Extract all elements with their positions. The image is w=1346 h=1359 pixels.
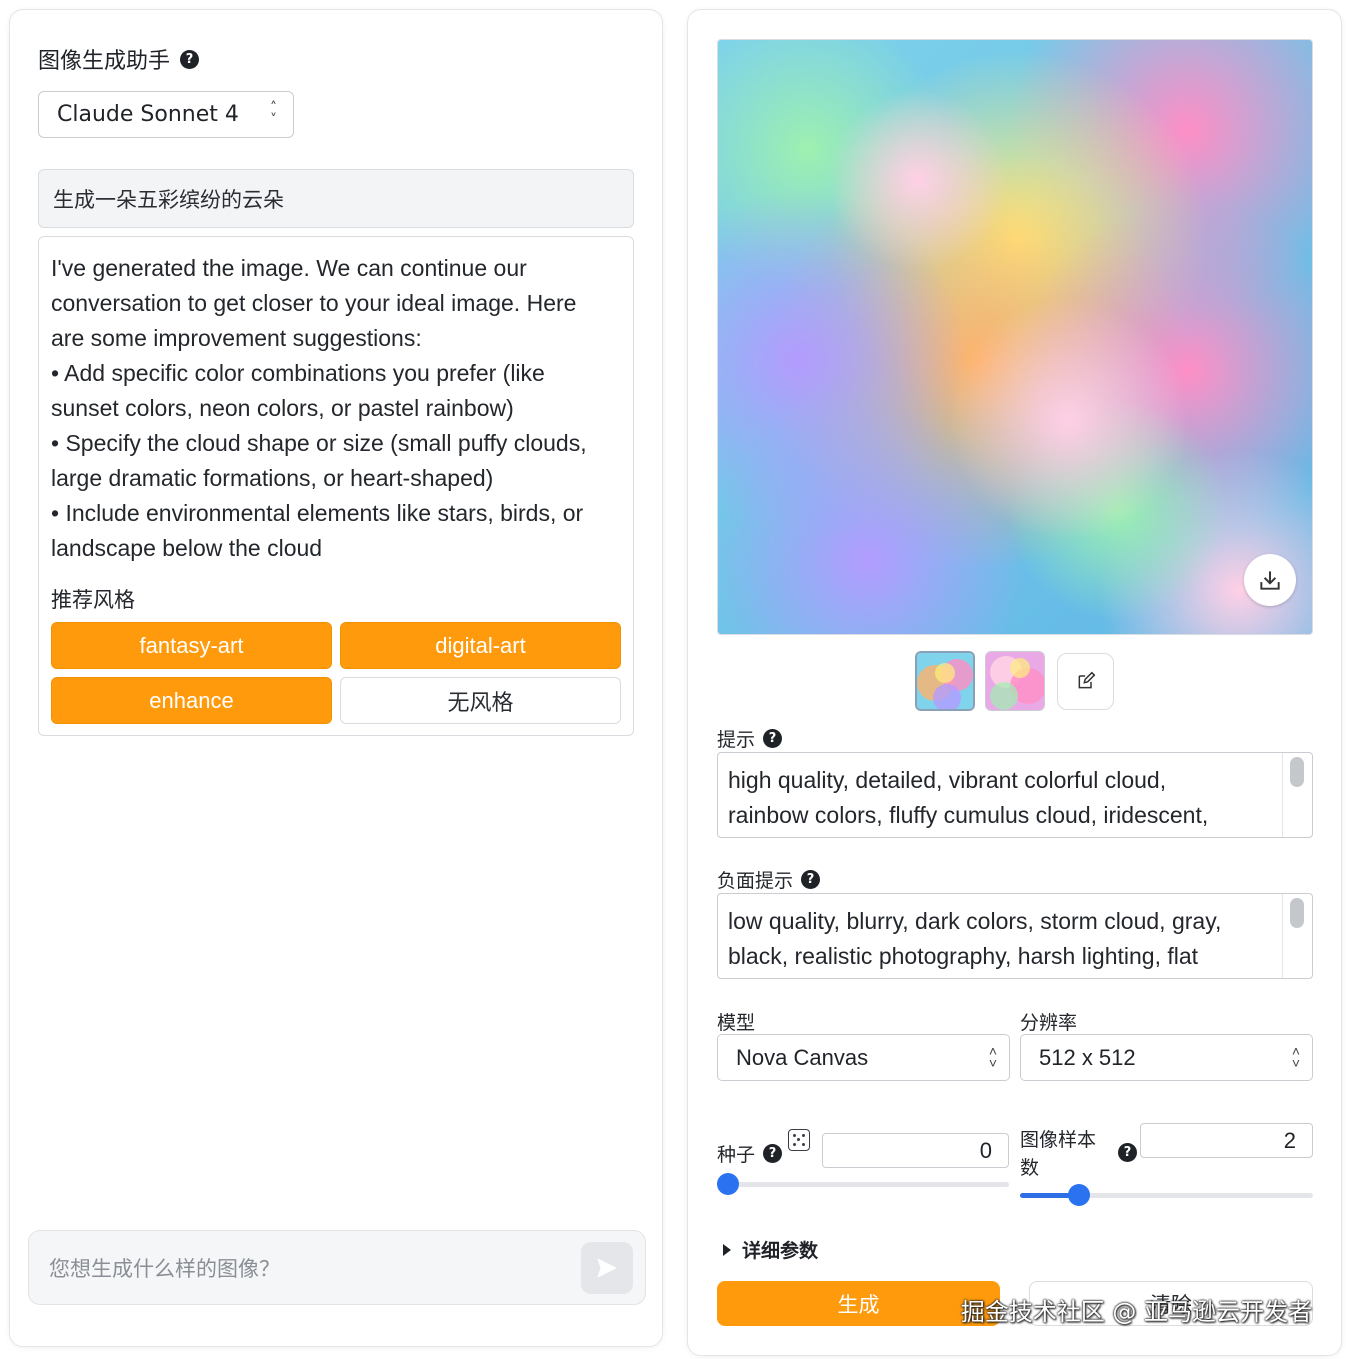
chevron-updown-icon: ˄ ˅ [1291, 1043, 1300, 1071]
thumbnail-strip [915, 651, 1114, 711]
assistant-panel: 图像生成助手 ? Claude Sonnet 4 ˄ ˅ 生成一朵五彩缤纷的云朵 … [9, 9, 663, 1347]
resolution-label: 分辨率 [1020, 1012, 1078, 1034]
reply-line: are some improvement suggestions: [51, 325, 422, 351]
generate-button[interactable]: 生成 [717, 1281, 1000, 1326]
edit-button[interactable] [1057, 652, 1114, 710]
caret-right-icon [723, 1243, 731, 1256]
generator-panel: 提示 ? high quality, detailed, vibrant col… [687, 9, 1342, 1356]
thumbnail-1[interactable] [915, 651, 975, 711]
seed-slider-handle[interactable] [717, 1173, 739, 1195]
negative-prompt-textarea[interactable]: low quality, blurry, dark colors, storm … [717, 893, 1313, 979]
user-message: 生成一朵五彩缤纷的云朵 [38, 169, 634, 228]
reply-line: • Specify the cloud shape or size (small… [51, 430, 587, 456]
assistant-title-text: 图像生成助手 [38, 49, 171, 74]
reply-line: • Add specific color combinations you pr… [51, 360, 545, 386]
assistant-model-value: Claude Sonnet 4 [57, 102, 239, 127]
samples-label-line: 图像样本 [1020, 1129, 1097, 1151]
assistant-model-select[interactable]: Claude Sonnet 4 ˄ ˅ [38, 91, 294, 138]
assistant-title: 图像生成助手 ? [38, 43, 200, 75]
reply-line: • Include environmental elements like st… [51, 500, 584, 526]
negative-prompt-line: low quality, blurry, dark colors, storm … [728, 908, 1222, 934]
model-select-value: Nova Canvas [736, 1044, 869, 1070]
samples-input[interactable]: 2 [1140, 1123, 1313, 1158]
prompt-scrollbar[interactable] [1282, 753, 1312, 837]
resolution-select-value: 512 x 512 [1039, 1044, 1136, 1070]
download-icon [1260, 571, 1280, 590]
style-enhance-button[interactable]: enhance [51, 677, 332, 724]
generated-image [717, 39, 1313, 635]
user-message-text: 生成一朵五彩缤纷的云朵 [53, 187, 284, 212]
chevron-updown-icon: ˄ ˅ [270, 100, 277, 128]
styles-label: 推荐风格 [51, 588, 135, 612]
prompt-textarea[interactable]: high quality, detailed, vibrant colorful… [717, 752, 1313, 838]
reply-line: sunset colors, neon colors, or pastel ra… [51, 395, 514, 421]
reply-line: large dramatic formations, or heart-shap… [51, 465, 494, 491]
prompt-line: rainbow colors, fluffy cumulus cloud, ir… [728, 802, 1209, 828]
style-digital-art-button[interactable]: digital-art [340, 622, 621, 669]
reply-line: landscape below the cloud [51, 535, 323, 561]
seed-input-value: 0 [979, 1137, 992, 1163]
edit-icon [1078, 671, 1095, 689]
chat-input[interactable]: 您想生成什么样的图像？ [28, 1230, 646, 1305]
dice-icon[interactable] [788, 1129, 810, 1151]
question-circle-icon[interactable]: ? [1118, 1143, 1137, 1162]
style-options: fantasy-art digital-art enhance 无风格 [51, 622, 621, 724]
samples-label-line: 数 [1020, 1157, 1040, 1179]
negative-prompt-label-text: 负面提示 [717, 870, 794, 892]
resolution-select[interactable]: 512 x 512 ˄ ˅ [1020, 1034, 1313, 1081]
reply-line: I've generated the image. We can continu… [51, 255, 527, 281]
reply-line: conversation to get closer to your ideal… [51, 290, 577, 316]
watermark-text: 掘金技术社区 @ 亚马逊云开发者 [960, 1298, 1312, 1326]
seed-slider[interactable] [717, 1173, 1009, 1195]
prompt-label: 提示 ? [717, 725, 783, 752]
style-fantasy-art-button[interactable]: fantasy-art [51, 622, 332, 669]
chevron-updown-icon: ˄ ˅ [988, 1043, 997, 1071]
send-button[interactable] [581, 1241, 633, 1294]
details-label: 详细参数 [742, 1240, 819, 1262]
negative-prompt-line: black, realistic photography, harsh ligh… [728, 943, 1199, 969]
samples-input-value: 2 [1283, 1127, 1296, 1153]
assistant-reply-text: I've generated the image. We can continu… [51, 251, 621, 566]
model-select[interactable]: Nova Canvas ˄ ˅ [717, 1034, 1010, 1081]
seed-input[interactable]: 0 [822, 1133, 1009, 1168]
samples-slider[interactable] [1020, 1184, 1313, 1206]
thumbnail-2[interactable] [985, 651, 1045, 711]
seed-label: 种子 ? [717, 1140, 783, 1167]
negative-prompt-label: 负面提示 ? [717, 866, 821, 893]
prompt-label-text: 提示 [717, 729, 756, 751]
download-button[interactable] [1244, 554, 1296, 606]
samples-label: 图像样本 数 [1020, 1126, 1096, 1182]
assistant-reply: I've generated the image. We can continu… [38, 236, 634, 736]
seed-label-text: 种子 [717, 1144, 756, 1166]
question-circle-icon[interactable]: ? [180, 49, 200, 69]
question-circle-icon[interactable]: ? [763, 1144, 783, 1163]
negative-prompt-scrollbar[interactable] [1282, 894, 1312, 978]
prompt-line: high quality, detailed, vibrant colorful… [728, 767, 1167, 793]
send-icon [597, 1257, 617, 1278]
details-toggle[interactable]: 详细参数 [722, 1236, 818, 1263]
chat-input-placeholder: 您想生成什么样的图像？ [49, 1256, 280, 1281]
rainbow-cloud-image [718, 40, 1312, 634]
style-none-button[interactable]: 无风格 [340, 677, 621, 724]
question-circle-icon[interactable]: ? [801, 870, 821, 889]
scrollbar-thumb[interactable] [1290, 757, 1304, 787]
model-label: 模型 [717, 1012, 756, 1034]
samples-slider-handle[interactable] [1067, 1184, 1090, 1206]
scrollbar-thumb[interactable] [1290, 898, 1304, 928]
question-circle-icon[interactable]: ? [763, 729, 783, 748]
